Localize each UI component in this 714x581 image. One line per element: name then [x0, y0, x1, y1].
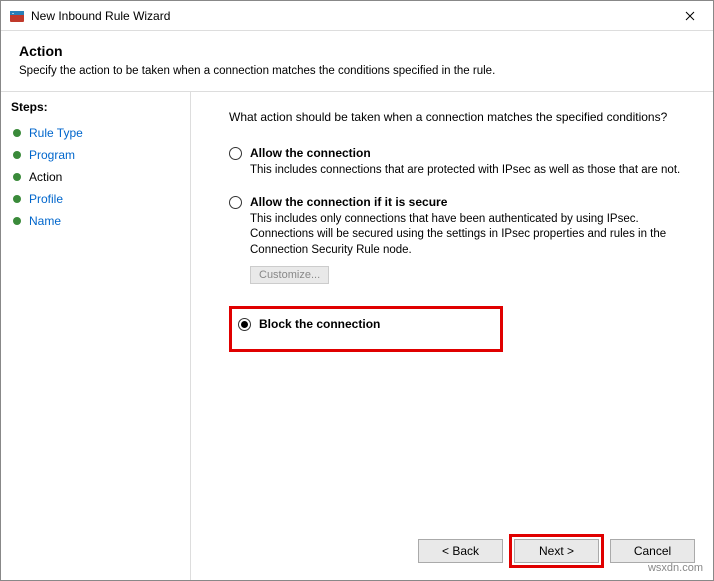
option-row[interactable]: Block the connection	[238, 317, 380, 331]
step-action[interactable]: Action	[11, 166, 180, 188]
steps-header: Steps:	[11, 100, 180, 114]
step-name[interactable]: Name	[11, 210, 180, 232]
highlight-box: Block the connection	[229, 306, 503, 352]
steps-list: Rule Type Program Action Profile Name	[11, 122, 180, 232]
body: Steps: Rule Type Program Action Profile …	[1, 92, 713, 580]
step-program[interactable]: Program	[11, 144, 180, 166]
titlebar: New Inbound Rule Wizard	[1, 1, 713, 31]
bullet-icon	[13, 217, 21, 225]
page-subtitle: Specify the action to be taken when a co…	[19, 65, 695, 77]
question-text: What action should be taken when a conne…	[229, 110, 691, 124]
steps-panel: Steps: Rule Type Program Action Profile …	[1, 92, 191, 580]
option-row[interactable]: Allow the connection if it is secure	[229, 195, 691, 209]
step-label: Program	[29, 148, 75, 162]
content-panel: What action should be taken when a conne…	[191, 92, 713, 580]
next-button[interactable]: Next >	[514, 539, 599, 563]
header: Action Specify the action to be taken wh…	[1, 31, 713, 92]
customize-button: Customize...	[250, 266, 329, 284]
radio-block[interactable]	[238, 318, 251, 331]
back-button[interactable]: < Back	[418, 539, 503, 563]
step-profile[interactable]: Profile	[11, 188, 180, 210]
cancel-button[interactable]: Cancel	[610, 539, 695, 563]
firewall-icon	[9, 8, 25, 24]
option-allow: Allow the connection This includes conne…	[229, 146, 691, 179]
step-label: Rule Type	[29, 126, 83, 140]
bullet-icon	[13, 195, 21, 203]
footer-buttons: < Back Next > Cancel	[418, 534, 695, 568]
option-desc: This includes connections that are prote…	[250, 163, 690, 179]
option-row[interactable]: Allow the connection	[229, 146, 691, 160]
close-button[interactable]	[667, 1, 713, 31]
wizard-window: New Inbound Rule Wizard Action Specify t…	[0, 0, 714, 581]
option-allow-secure: Allow the connection if it is secure Thi…	[229, 195, 691, 285]
bullet-icon	[13, 129, 21, 137]
option-desc: This includes only connections that have…	[250, 212, 690, 259]
next-highlight: Next >	[509, 534, 604, 568]
option-title: Allow the connection if it is secure	[250, 195, 447, 209]
window-title: New Inbound Rule Wizard	[31, 9, 667, 23]
step-label: Action	[29, 170, 62, 184]
step-label: Profile	[29, 192, 63, 206]
radio-allow[interactable]	[229, 147, 242, 160]
step-label: Name	[29, 214, 61, 228]
step-rule-type[interactable]: Rule Type	[11, 122, 180, 144]
bullet-icon	[13, 151, 21, 159]
option-title: Block the connection	[259, 317, 380, 331]
option-title: Allow the connection	[250, 146, 371, 160]
page-heading: Action	[19, 43, 695, 59]
radio-allow-secure[interactable]	[229, 196, 242, 209]
bullet-icon	[13, 173, 21, 181]
close-icon	[685, 8, 695, 24]
